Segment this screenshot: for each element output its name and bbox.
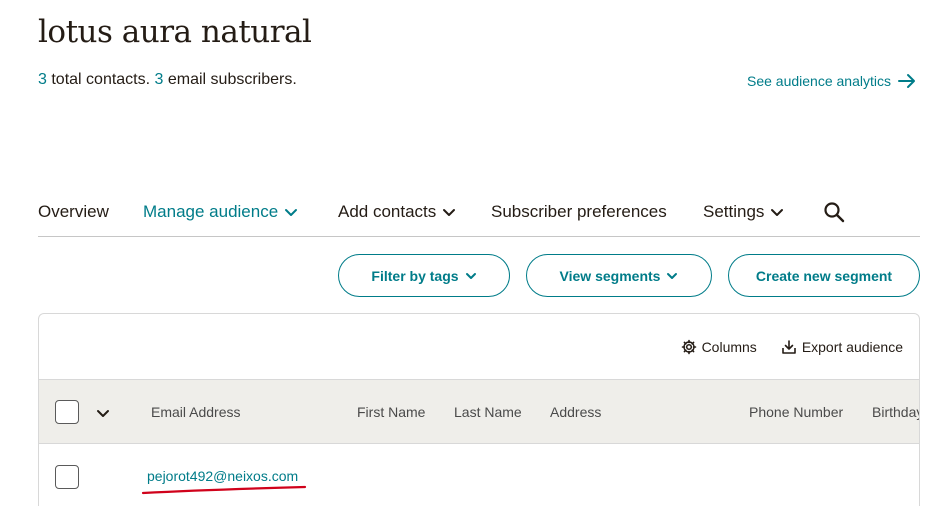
view-segments-label: View segments: [559, 267, 661, 284]
audience-nav: Overview Manage audience Add contacts Su…: [38, 190, 920, 237]
nav-settings[interactable]: Settings: [703, 202, 784, 222]
chevron-down-icon: [285, 209, 298, 216]
row-checkbox[interactable]: [55, 465, 79, 489]
red-underline-annotation: [141, 485, 307, 495]
chevron-down-icon[interactable]: [95, 405, 111, 421]
column-header-last-name[interactable]: Last Name: [454, 404, 522, 420]
export-audience-button[interactable]: Export audience: [781, 339, 903, 355]
nav-add-contacts[interactable]: Add contacts: [338, 202, 456, 222]
column-header-birthday[interactable]: Birthday: [872, 404, 919, 420]
columns-label: Columns: [701, 339, 757, 355]
table-row: pejorot492@neixos.com: [39, 445, 919, 506]
chevron-down-icon: [443, 209, 456, 216]
total-contacts-count: 3: [38, 71, 47, 88]
gear-icon: [681, 339, 696, 355]
nav-add-contacts-label: Add contacts: [338, 202, 437, 221]
search-icon[interactable]: [822, 200, 846, 224]
select-all-checkbox[interactable]: [55, 400, 79, 424]
contacts-summary: 3 total contacts. 3 email subscribers.: [38, 71, 297, 89]
contacts-table-panel: Columns Export audience Email Address Fi…: [38, 313, 920, 506]
table-header: Email Address First Name Last Name Addre…: [39, 379, 919, 444]
nav-overview-label: Overview: [38, 202, 109, 221]
nav-subscriber-preferences-label: Subscriber preferences: [491, 202, 667, 221]
columns-button[interactable]: Columns: [681, 339, 757, 355]
column-header-address[interactable]: Address: [550, 404, 601, 420]
nav-subscriber-preferences[interactable]: Subscriber preferences: [491, 202, 667, 222]
total-contacts-text: total contacts.: [46, 71, 155, 88]
nav-manage-audience-label: Manage audience: [143, 202, 279, 221]
download-icon: [782, 340, 796, 354]
table-toolbar: Columns Export audience: [681, 339, 903, 355]
contact-email-link[interactable]: pejorot492@neixos.com: [147, 468, 298, 484]
export-audience-label: Export audience: [801, 339, 903, 355]
chevron-down-icon: [465, 272, 476, 279]
column-header-email[interactable]: Email Address: [151, 404, 240, 420]
column-header-first-name[interactable]: First Name: [357, 404, 425, 420]
email-subscribers-text: email subscribers.: [163, 71, 297, 88]
create-new-segment-label: Create new segment: [755, 267, 893, 284]
view-segments-button[interactable]: View segments: [526, 254, 712, 297]
nav-overview[interactable]: Overview: [38, 202, 109, 222]
chevron-down-icon: [771, 209, 784, 216]
filter-by-tags-button[interactable]: Filter by tags: [338, 254, 510, 297]
filter-by-tags-label: Filter by tags: [371, 267, 459, 284]
chevron-down-icon: [667, 272, 678, 279]
analytics-link-label: See audience analytics: [747, 73, 891, 89]
see-audience-analytics-link[interactable]: See audience analytics: [747, 71, 917, 91]
create-new-segment-button[interactable]: Create new segment: [728, 254, 920, 297]
nav-manage-audience[interactable]: Manage audience: [143, 202, 298, 222]
nav-settings-label: Settings: [703, 202, 765, 221]
arrow-right-icon: [898, 74, 915, 88]
page-title: lotus aura natural: [38, 14, 312, 50]
column-header-phone-number[interactable]: Phone Number: [749, 404, 843, 420]
